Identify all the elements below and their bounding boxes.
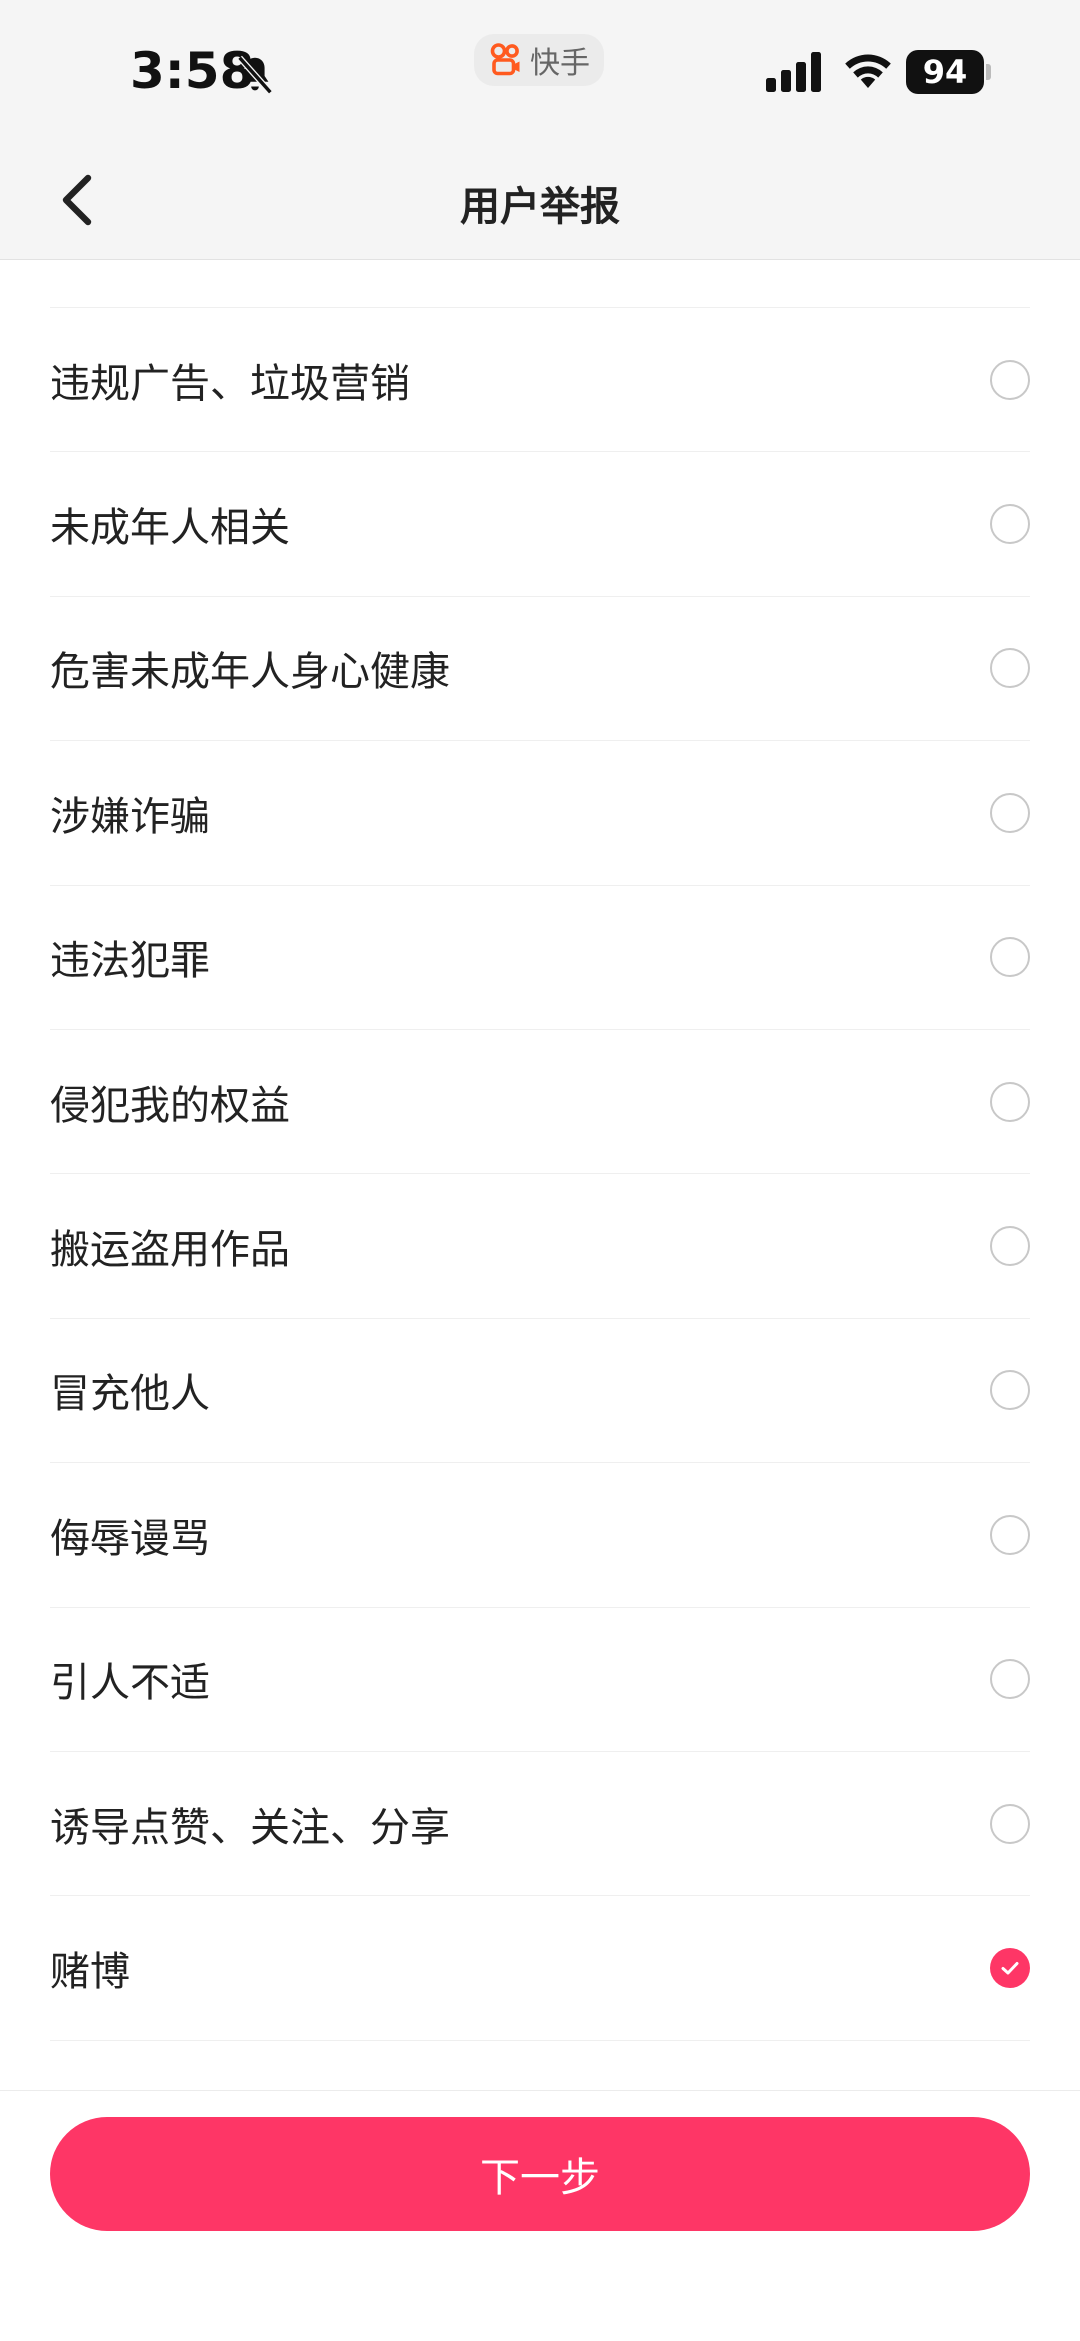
radio-button[interactable] <box>990 1659 1030 1700</box>
option-label: 冒充他人 <box>50 1371 210 1418</box>
wifi-icon <box>840 48 896 92</box>
page-title: 用户举报 <box>460 184 620 230</box>
report-reason-rows: 违规广告、垃圾营销 未成年人相关 危害未成年人身心健康 涉嫌诈骗 违法犯罪 侵犯… <box>0 308 1080 2041</box>
battery-tip <box>986 64 991 80</box>
report-option-6[interactable]: 搬运盗用作品 <box>50 1174 1030 1319</box>
report-option-11[interactable]: 赌博 <box>50 1896 1030 2041</box>
radio-button[interactable] <box>990 359 1030 400</box>
report-option-7[interactable]: 冒充他人 <box>50 1319 1030 1464</box>
option-label: 违法犯罪 <box>50 938 210 985</box>
radio-button[interactable] <box>990 792 1030 833</box>
option-label: 涉嫌诈骗 <box>50 793 210 840</box>
report-option-0[interactable]: 违规广告、垃圾营销 <box>50 308 1030 453</box>
report-reason-list[interactable]: 违规广告、垃圾营销 未成年人相关 危害未成年人身心健康 涉嫌诈骗 违法犯罪 侵犯… <box>0 260 1080 2090</box>
status-bar: 3:58 快手 94 <box>0 0 1080 140</box>
option-label: 未成年人相关 <box>50 505 290 552</box>
report-option-4[interactable]: 违法犯罪 <box>50 886 1030 1030</box>
radio-button[interactable] <box>990 504 1030 545</box>
option-label: 赌博 <box>50 1948 130 1995</box>
radio-button[interactable] <box>990 648 1030 689</box>
radio-button[interactable] <box>990 1370 1030 1411</box>
option-label: 搬运盗用作品 <box>50 1227 290 1274</box>
option-label: 诱导点赞、关注、分享 <box>50 1804 450 1851</box>
option-label: 引人不适 <box>50 1660 210 1707</box>
next-step-button[interactable]: 下一步 <box>50 2117 1030 2231</box>
footer: 下一步 <box>0 2090 1080 2341</box>
app-indicator[interactable]: 快手 <box>474 34 604 86</box>
report-option-2[interactable]: 危害未成年人身心健康 <box>50 597 1030 742</box>
cellular-signal-icon <box>764 52 824 92</box>
report-option-10[interactable]: 诱导点赞、关注、分享 <box>50 1752 1030 1897</box>
app-name: 快手 <box>530 46 590 81</box>
option-label: 危害未成年人身心健康 <box>50 649 450 696</box>
checkmark-icon <box>1001 1961 1019 1975</box>
kuaishou-logo-icon <box>488 42 524 78</box>
option-label: 侮辱谩骂 <box>50 1515 210 1562</box>
radio-button[interactable] <box>990 1514 1030 1555</box>
report-option-8[interactable]: 侮辱谩骂 <box>50 1463 1030 1608</box>
option-label: 违规广告、垃圾营销 <box>50 360 410 407</box>
radio-button[interactable] <box>990 1081 1030 1122</box>
report-option-5[interactable]: 侵犯我的权益 <box>50 1030 1030 1175</box>
report-option-9[interactable]: 引人不适 <box>50 1608 1030 1752</box>
radio-button[interactable] <box>990 1803 1030 1844</box>
nav-bar: 用户举报 <box>0 140 1080 260</box>
option-label: 侵犯我的权益 <box>50 1082 290 1129</box>
report-option-1[interactable]: 未成年人相关 <box>50 452 1030 597</box>
radio-button-checked[interactable] <box>990 1947 1030 1988</box>
radio-button[interactable] <box>990 1226 1030 1267</box>
battery-icon: 94 <box>906 50 984 94</box>
bell-muted-icon <box>232 52 278 98</box>
radio-button[interactable] <box>990 937 1030 978</box>
report-option-3[interactable]: 涉嫌诈骗 <box>50 741 1030 886</box>
